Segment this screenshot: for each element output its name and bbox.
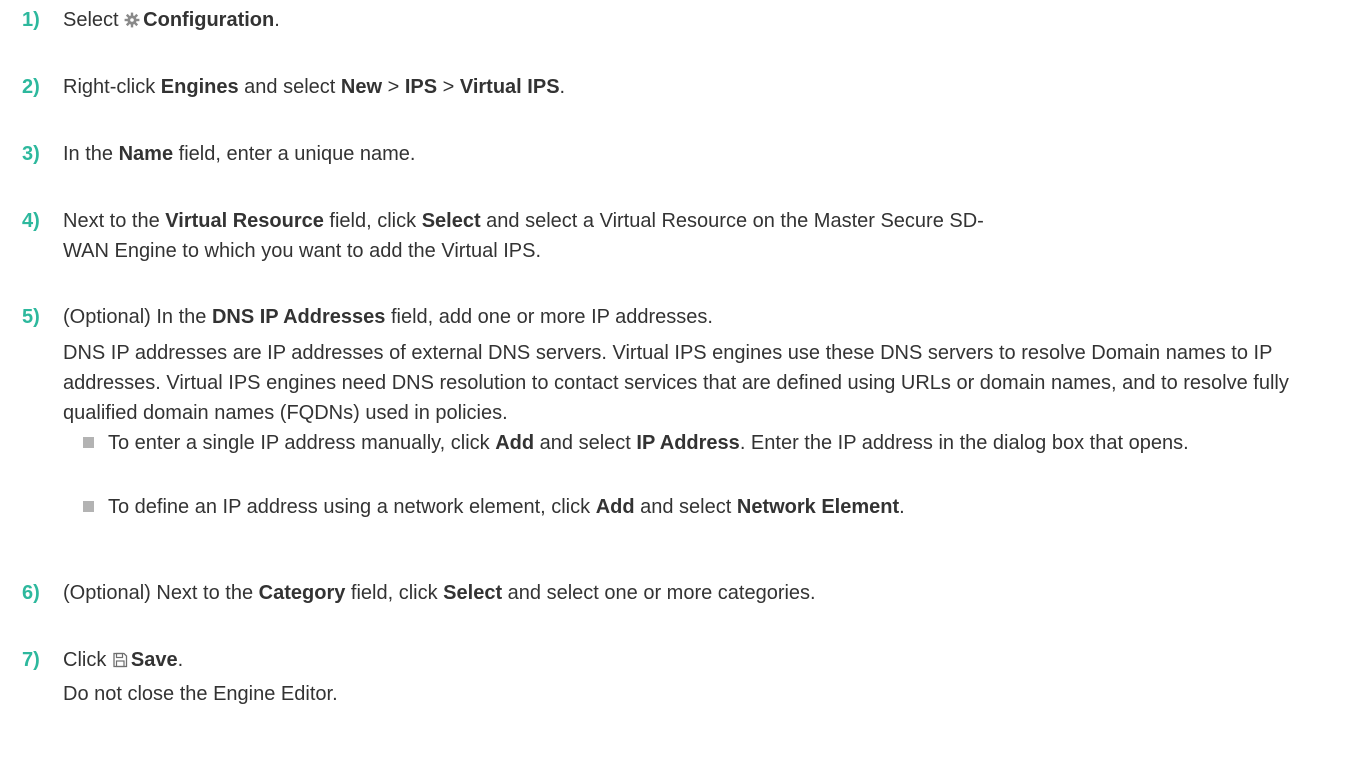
step-note: Do not close the Engine Editor. bbox=[63, 679, 338, 709]
emphasis-text: Virtual Resource bbox=[165, 210, 324, 232]
emphasis-text: Virtual IPS bbox=[459, 76, 560, 98]
text-run: . bbox=[899, 496, 905, 518]
text-run: field, add one or more IP addresses. bbox=[385, 306, 713, 328]
emphasis-text: Add bbox=[595, 496, 635, 518]
emphasis-text: Configuration bbox=[143, 9, 275, 31]
step-explanation: DNS IP addresses are IP addresses of ext… bbox=[63, 342, 1289, 424]
text-run: . bbox=[559, 76, 566, 98]
text-run: > bbox=[382, 76, 405, 98]
step-text: (Optional) Next to the Category field, c… bbox=[63, 578, 816, 608]
step-number: 5) bbox=[22, 306, 40, 328]
bullet-marker bbox=[83, 501, 94, 512]
text-run: . Enter the IP address in the dialog box… bbox=[739, 432, 1189, 454]
step-text: In the Name field, enter a unique name. bbox=[63, 139, 415, 169]
text-run: (Optional) Next to the bbox=[63, 582, 259, 604]
text-run: and select bbox=[238, 76, 341, 98]
step-text: Click Save. bbox=[63, 645, 183, 677]
text-run: > bbox=[437, 76, 460, 98]
emphasis-text: DNS IP Addresses bbox=[211, 306, 386, 328]
step-number: 4) bbox=[22, 210, 40, 232]
text-run: Next to the bbox=[63, 210, 166, 232]
text-run: and select bbox=[634, 496, 737, 518]
step-number: 6) bbox=[22, 582, 40, 604]
emphasis-text: Select bbox=[443, 582, 503, 604]
text-run: (Optional) In the bbox=[63, 306, 212, 328]
text-run: Select bbox=[63, 9, 125, 31]
list-item: To define an IP address using a network … bbox=[108, 492, 1338, 522]
step-number: 2) bbox=[22, 76, 40, 98]
text-run: . bbox=[177, 649, 184, 671]
text-run: Click bbox=[63, 649, 112, 671]
step-text-continued: WAN Engine to which you want to add the … bbox=[63, 236, 541, 266]
emphasis-text: Select bbox=[421, 210, 481, 232]
save-icon bbox=[112, 647, 128, 677]
step-number: 7) bbox=[22, 649, 40, 671]
list-item: To enter a single IP address manually, c… bbox=[108, 428, 1338, 458]
text-run: To enter a single IP address manually, c… bbox=[108, 432, 496, 454]
step-text: Next to the Virtual Resource field, clic… bbox=[63, 206, 984, 236]
text-run: field, click bbox=[323, 210, 422, 232]
step-text: Select Configuration. bbox=[63, 5, 280, 37]
bullet-marker bbox=[83, 437, 94, 448]
text-run: field, click bbox=[345, 582, 444, 604]
step-text: (Optional) In the DNS IP Addresses field… bbox=[63, 302, 713, 332]
text-run: Right-click bbox=[63, 76, 161, 98]
text-run: and select bbox=[534, 432, 637, 454]
emphasis-text: Network Element bbox=[736, 496, 900, 518]
emphasis-text: Engines bbox=[160, 76, 239, 98]
text-run: and select a Virtual Resource on the Mas… bbox=[480, 210, 984, 232]
emphasis-text: IP Address bbox=[636, 432, 740, 454]
text-run: and select one or more categories. bbox=[502, 582, 816, 604]
text-run: To define an IP address using a network … bbox=[108, 496, 596, 518]
emphasis-text: IPS bbox=[404, 76, 438, 98]
emphasis-text: Name bbox=[118, 143, 174, 165]
step-number: 1) bbox=[22, 9, 40, 31]
emphasis-text: Add bbox=[495, 432, 535, 454]
text-run: Do not close the Engine Editor. bbox=[63, 683, 338, 705]
text-run: WAN Engine to which you want to add the … bbox=[63, 240, 542, 262]
gear-icon bbox=[124, 7, 140, 37]
text-run: In the bbox=[63, 143, 119, 165]
step-text: Right-click Engines and select New > IPS… bbox=[63, 72, 565, 102]
text-run: . bbox=[274, 9, 280, 31]
step-number: 3) bbox=[22, 143, 40, 165]
emphasis-text: New bbox=[340, 76, 383, 98]
text-run: field, enter a unique name. bbox=[173, 143, 416, 165]
emphasis-text: Category bbox=[258, 582, 346, 604]
emphasis-text: Save bbox=[130, 649, 178, 671]
